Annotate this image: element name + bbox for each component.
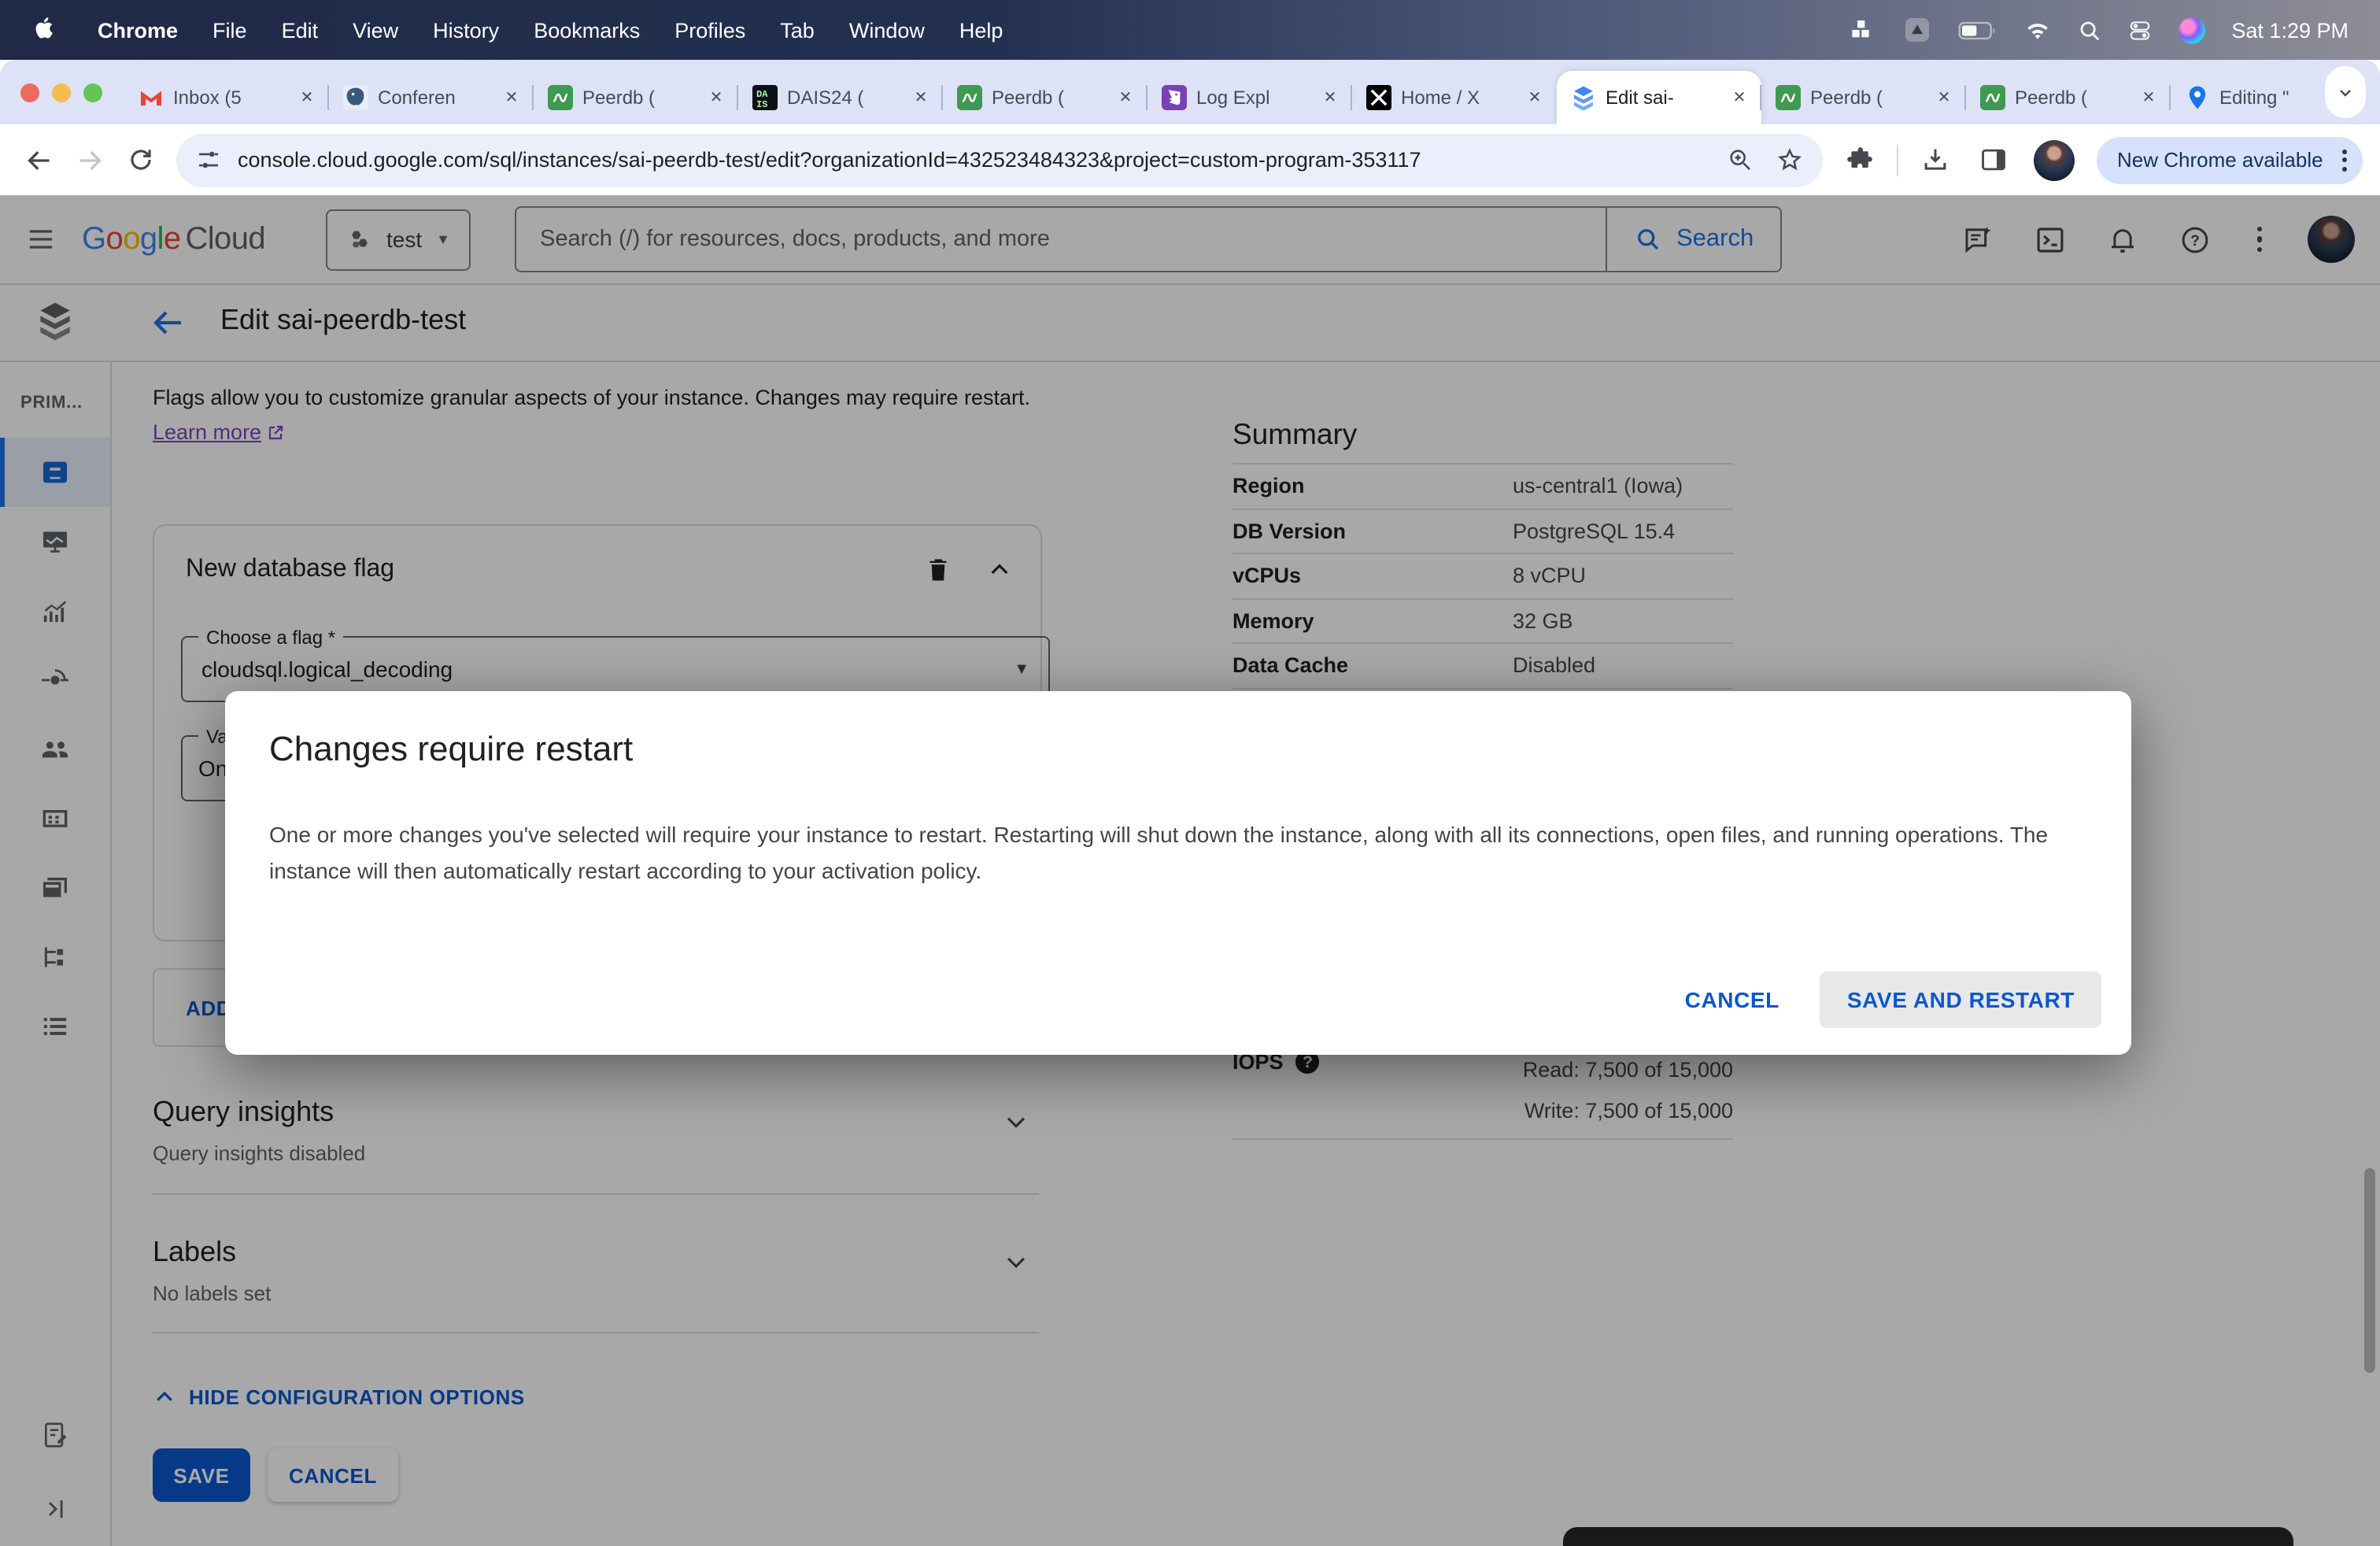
tab-title: Edit sai- (1606, 87, 1674, 109)
tab-3[interactable]: Peerdb ( ✕ (532, 71, 738, 124)
chrome-toolbar: console.cloud.google.com/sql/instances/s… (0, 124, 2380, 195)
chrome-tabstrip: Inbox (5 ✕ Conferen ✕ Peerdb ( ✕ DA IS DA… (0, 60, 2380, 124)
reload-icon[interactable] (116, 136, 164, 183)
peerdb-favicon-icon (548, 85, 573, 110)
mappin-favicon-icon (2185, 85, 2210, 110)
tab-title: Peerdb ( (582, 87, 656, 109)
menubar-item-edit[interactable]: Edit (264, 18, 336, 42)
back-icon[interactable] (16, 136, 63, 183)
menubar-item-help[interactable]: Help (942, 18, 1021, 42)
macos-menubar: Chrome File Edit View History Bookmarks Profil… (0, 0, 2380, 60)
tab-4[interactable]: DA IS DAIS24 ( ✕ (737, 71, 943, 124)
tab-title: Peerdb ( (2015, 87, 2088, 109)
tab-title: Editing " (2219, 87, 2289, 109)
menubar-item-bookmarks[interactable]: Bookmarks (516, 18, 657, 42)
menubar-item-view[interactable]: View (335, 18, 416, 42)
tab-8-active[interactable]: Edit sai- ✕ (1557, 71, 1761, 124)
menubar-item-window[interactable]: Window (832, 18, 942, 42)
peerdb-favicon-icon (1980, 85, 2005, 110)
peerdb-favicon-icon (1776, 85, 1801, 110)
menubar-item-profiles[interactable]: Profiles (657, 18, 763, 42)
new-chrome-label: New Chrome available (2117, 148, 2323, 172)
wifi-icon[interactable] (2023, 19, 2050, 41)
tab-close-icon[interactable]: ✕ (908, 85, 933, 110)
tab-9[interactable]: Peerdb ( ✕ (1760, 71, 1966, 124)
tab-6[interactable]: Log Expl ✕ (1146, 71, 1352, 124)
apple-icon[interactable] (31, 14, 58, 46)
zoom-page-icon[interactable] (1727, 146, 1754, 173)
tab-title: DAIS24 ( (787, 87, 864, 109)
xcorp-favicon-icon (1366, 85, 1391, 110)
download-icon[interactable] (1920, 145, 1950, 175)
menubar-item-history[interactable]: History (416, 18, 516, 42)
tab-title: Peerdb ( (1810, 87, 1883, 109)
tab-title: Log Expl (1196, 87, 1270, 109)
tab-2[interactable]: Conferen ✕ (327, 71, 534, 124)
grid-icon[interactable] (1850, 17, 1876, 43)
tab-close-icon[interactable]: ✕ (1318, 85, 1343, 110)
dialog-cancel-button[interactable]: CANCEL (1666, 975, 1798, 1025)
minimize-window-button[interactable] (52, 83, 71, 102)
menubar-item-chrome[interactable]: Chrome (80, 18, 195, 42)
background-window-edge (1563, 1527, 2293, 1546)
close-window-button[interactable] (20, 83, 39, 102)
url-text[interactable]: console.cloud.google.com/sql/instances/s… (238, 148, 1705, 172)
tab-close-icon[interactable]: ✕ (1931, 85, 1957, 110)
tab-title: Inbox (5 (173, 87, 242, 109)
tab-title: Peerdb ( (992, 87, 1065, 109)
chrome-menu-kebab-icon[interactable] (2336, 142, 2353, 177)
dialog-title: Changes require restart (269, 729, 634, 768)
menubar-item-file[interactable]: File (195, 18, 264, 42)
chrome-profile-avatar[interactable] (2034, 139, 2075, 180)
postgres-favicon-icon (343, 85, 368, 110)
gmail-favicon-icon (139, 85, 164, 110)
forward-icon[interactable] (66, 136, 113, 183)
search-icon[interactable] (2077, 18, 2101, 42)
tab-title: Home / X (1401, 87, 1480, 109)
restart-dialog: Changes require restart One or more chan… (225, 691, 2131, 1055)
app-icon[interactable] (1902, 16, 1931, 44)
omnibox[interactable]: console.cloud.google.com/sql/instances/s… (176, 133, 1823, 187)
menubar-clock[interactable]: Sat 1:29 PM (2231, 18, 2349, 42)
dialog-save-and-restart-button[interactable]: SAVE AND RESTART (1820, 971, 2101, 1028)
tune-icon[interactable] (195, 146, 222, 173)
screen: Chrome File Edit View History Bookmarks Profil… (0, 0, 2380, 1546)
extensions-icon[interactable] (1845, 145, 1875, 175)
dialog-body: One or more changes you've selected will… (269, 822, 2049, 883)
menubar-item-tab[interactable]: Tab (763, 18, 832, 42)
control-center-icon[interactable] (2127, 18, 2151, 42)
siri-icon[interactable] (2178, 17, 2205, 43)
tab-close-icon[interactable]: ✕ (1522, 85, 1547, 110)
tab-close-icon[interactable]: ✕ (704, 85, 729, 110)
peerdb-favicon-icon (957, 85, 982, 110)
svg-text:DA: DA (756, 89, 768, 100)
tab-close-icon[interactable]: ✕ (1727, 85, 1752, 110)
tab-close-icon[interactable]: ✕ (499, 85, 524, 110)
cloudsql-favicon-icon (1571, 85, 1596, 110)
menubar-items: Chrome File Edit View History Bookmarks Profil… (80, 18, 1020, 42)
datadog-favicon-icon (1162, 85, 1187, 110)
battery-icon[interactable] (1957, 20, 1997, 40)
tab-1[interactable]: Inbox (5 ✕ (124, 71, 329, 124)
tab-search-chevron-icon[interactable] (2325, 66, 2366, 118)
tab-10[interactable]: Peerdb ( ✕ (1964, 71, 2171, 124)
tab-5[interactable]: Peerdb ( ✕ (941, 71, 1148, 124)
tab-close-icon[interactable]: ✕ (1113, 85, 1138, 110)
dais-favicon-icon: DA IS (752, 85, 778, 110)
window-controls (0, 83, 124, 102)
tab-title: Conferen (378, 87, 456, 109)
zoom-window-button[interactable] (83, 83, 102, 102)
tab-close-icon[interactable]: ✕ (294, 85, 320, 110)
bookmark-star-icon[interactable] (1776, 146, 1804, 174)
new-chrome-button[interactable]: New Chrome available (2097, 136, 2363, 183)
svg-text:IS: IS (756, 99, 767, 110)
side-panel-icon[interactable] (1979, 145, 2009, 175)
tab-7[interactable]: Home / X ✕ (1351, 71, 1557, 124)
tab-close-icon[interactable]: ✕ (2136, 85, 2161, 110)
